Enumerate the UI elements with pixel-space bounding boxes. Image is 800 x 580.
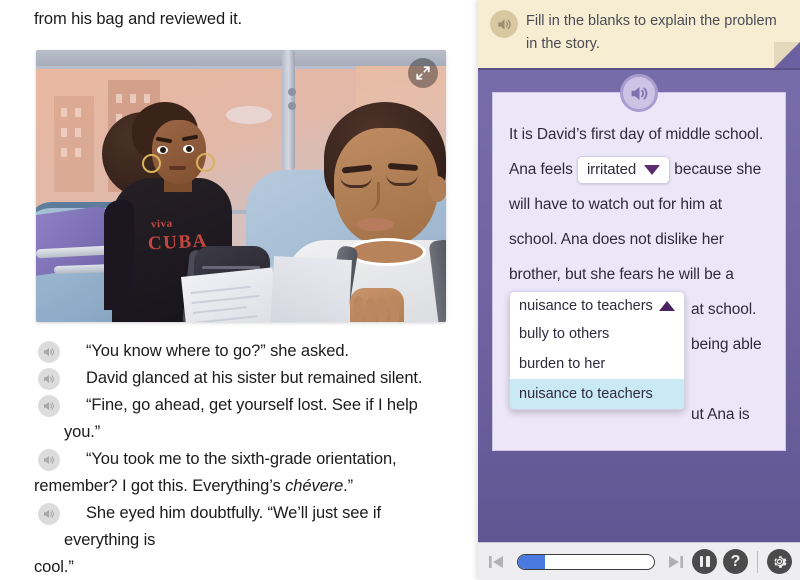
role-dropdown-option-selected[interactable]: nuisance to teachers [510,379,684,409]
sentence-line-6-tail: at school. [691,301,757,318]
role-dropdown-option[interactable]: burden to her [510,349,684,379]
story-paragraph-top: from his bag and reviewed it. [34,10,243,28]
chevron-up-icon [659,301,675,311]
story-illustration[interactable]: viva CUBA [36,50,446,322]
speaker-icon[interactable] [38,503,60,525]
sentence-line-5: brother, but she fears he will be a [509,266,734,283]
sentence-line-8-tail: ut Ana is [691,406,750,423]
progress-fill [518,554,546,569]
dialogue-text-end: .” [343,477,354,495]
boy-finger-3 [378,298,387,322]
dialogue-text: “You took me to the sixth-grade orientat… [86,450,397,468]
paper-left-page [181,267,279,322]
help-button[interactable]: ? [723,549,748,574]
sentence-line-4: school. Ana does not dislike her [509,231,724,248]
dialogue-text: cool.” [34,558,74,576]
page-fold-corner [774,42,800,68]
dialogue-text: “You know where to go?” she asked. [86,342,349,360]
dialogue-list: “You know where to go?” she asked. David… [34,338,456,580]
boy-finger-2 [366,298,375,322]
feeling-dropdown-value: irritated [586,160,637,178]
question-mark-icon: ? [730,552,741,570]
boy-finger-4 [390,296,399,322]
dialogue-text: David glanced at his sister but remained… [86,369,423,387]
girl-arm [104,200,134,310]
boy-mouth [356,218,394,231]
dialogue-line-5-cont: cool.” [34,554,456,580]
previous-track-icon[interactable] [486,551,508,573]
cloud-1 [226,106,272,124]
role-dropdown-value: nuisance to teachers [519,298,653,314]
sentence-line-2-post: because she [674,161,762,178]
reading-pane: from his bag and reviewed it. viva CUBA … [0,0,478,580]
toolbar-divider [757,550,758,573]
player-toolbar: ? [478,542,800,580]
card-sentence: It is David’s first day of middle school… [509,117,769,292]
sentence-line-1: It is David’s first day of middle school… [509,126,764,143]
gear-icon [774,556,787,568]
dialogue-text: remember? I got this. Everything’s [34,477,286,495]
dialogue-text: She eyed him doubtfully. “We’ll just see… [64,504,381,549]
shirt-text-viva: viva [150,217,173,231]
feeling-dropdown[interactable]: irritated [576,155,671,184]
speaker-icon[interactable] [38,395,60,417]
instruction-text: Fill in the blanks to explain the proble… [526,13,777,52]
dialogue-text: “Fine, go ahead, get yourself lost. See … [64,396,418,441]
next-track-icon[interactable] [664,551,686,573]
speaker-icon[interactable] [38,341,60,363]
boy-ear [428,176,446,202]
illustration-art: viva CUBA [36,50,446,322]
role-dropdown-open[interactable]: nuisance to teachers bully to others bur… [509,291,685,410]
sentence-line-3: will have to watch out for him at [509,196,722,213]
girl-eye-right [183,145,194,153]
girl-mouth [169,166,186,170]
chevron-down-icon [644,164,661,175]
paper-right-page [270,256,352,322]
settings-button[interactable] [767,549,792,574]
dialogue-text-italic: chévere [285,477,344,495]
bus-pole [282,50,295,170]
girl-earring-left [142,154,161,173]
lesson-screen: from his bag and reviewed it. viva CUBA … [0,0,800,580]
role-dropdown-option[interactable]: bully to others [510,319,684,349]
bus-pole-knob-2 [288,102,296,110]
speaker-icon[interactable] [490,10,518,38]
sentence-line-2-pre: Ana feels [509,161,573,178]
dialogue-line-3: “Fine, go ahead, get yourself lost. See … [38,392,456,446]
pause-icon [699,556,703,567]
pause-icon [706,556,710,567]
dialogue-line-4-cont: remember? I got this. Everything’s chéve… [34,473,456,500]
dialogue-line-5: She eyed him doubtfully. “We’ll just see… [38,500,456,554]
progress-bar[interactable] [517,553,655,570]
boy-finger-1 [354,296,363,322]
boy-collar [348,238,426,266]
speaker-icon[interactable] [38,368,60,390]
dialogue-line-4: “You took me to the sixth-grade orientat… [38,446,456,473]
dialogue-line-1: “You know where to go?” she asked. [38,338,456,365]
role-dropdown-header[interactable]: nuisance to teachers [510,292,684,319]
building-1 [54,96,94,192]
activity-panel: Fill in the blanks to explain the proble… [478,0,800,580]
instruction-banner: Fill in the blanks to explain the proble… [478,0,800,70]
fill-in-blanks-card: It is David’s first day of middle school… [492,74,786,451]
dialogue-line-2: David glanced at his sister but remained… [38,365,456,392]
activity-card-wrapper: It is David’s first day of middle school… [478,70,800,451]
pause-button[interactable] [692,549,717,574]
girl-eye-left [157,146,168,154]
girl-earring-right [196,153,215,172]
expand-arrows-icon[interactable] [408,58,438,88]
speaker-icon[interactable] [620,74,658,112]
bus-pole-knob-1 [288,88,296,96]
speaker-icon[interactable] [38,449,60,471]
bus-frame-top [36,50,446,66]
